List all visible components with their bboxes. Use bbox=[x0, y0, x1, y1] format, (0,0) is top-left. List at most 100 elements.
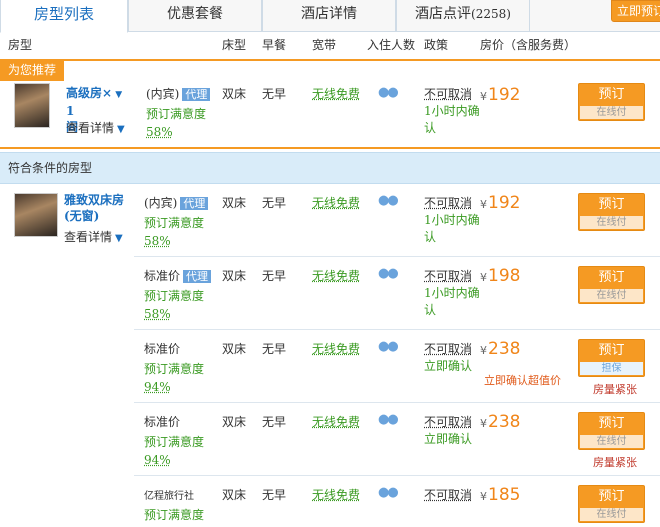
rate-name: 标准价 bbox=[144, 413, 180, 431]
bed-type: 双床 bbox=[222, 342, 247, 356]
satisfaction-value[interactable]: 58% bbox=[146, 123, 173, 141]
rate-name-text: 标准价 bbox=[144, 342, 181, 356]
tab-room-list[interactable]: 房型列表 bbox=[0, 0, 128, 33]
currency-symbol: ¥ bbox=[480, 417, 487, 430]
currency-symbol: ¥ bbox=[480, 198, 487, 211]
bed-type: 双床 bbox=[222, 415, 247, 429]
cancel-policy[interactable]: 不可取消 bbox=[424, 342, 472, 356]
occupancy-icon: ●● bbox=[378, 85, 399, 100]
col-occupancy: 入住人数 bbox=[367, 38, 416, 52]
currency-symbol: ¥ bbox=[480, 490, 487, 503]
tab-hotel-details[interactable]: 酒店详情 bbox=[262, 0, 396, 32]
book-now-button[interactable]: 立即预订 bbox=[611, 0, 660, 22]
rate-row: 亿程旅行社 预订满意度 双床 无早 无线免费 ●● 不可取消 ¥185 预订 在线… bbox=[134, 476, 660, 527]
satisfaction-label: 预订满意度 bbox=[144, 435, 205, 449]
rate-name: 标准价 bbox=[144, 340, 180, 358]
breakfast: 无早 bbox=[262, 269, 287, 283]
col-room-type: 房型 bbox=[8, 38, 33, 52]
qty-caret-icon[interactable]: ▼ bbox=[112, 90, 122, 100]
col-price: 房价（含服务费） bbox=[480, 38, 577, 52]
book-label: 预订 bbox=[598, 343, 625, 358]
details-label: 查看详情 bbox=[64, 230, 113, 244]
book-button[interactable]: 预订 在线付 bbox=[578, 266, 645, 304]
price: ¥238 bbox=[480, 339, 520, 359]
price-value: 192 bbox=[488, 193, 521, 213]
policy: 不可取消 1小时内确认 bbox=[424, 195, 484, 246]
tab-label: 优惠套餐 bbox=[167, 6, 223, 22]
book-label: 预订 bbox=[598, 270, 625, 285]
cancel-policy[interactable]: 不可取消 bbox=[424, 196, 472, 210]
satisfaction-label: 预订满意度 bbox=[146, 107, 207, 121]
breakfast: 无早 bbox=[262, 342, 287, 356]
cancel-policy[interactable]: 不可取消 bbox=[424, 269, 472, 283]
bed-type: 双床 bbox=[222, 196, 247, 210]
bed-type: 双床 bbox=[222, 269, 247, 283]
book-button[interactable]: 预订 在线付 bbox=[578, 485, 645, 523]
rate-row: 标准价 代理 预订满意度 58% 双床 无早 无线免费 ●● 不可取消 1小时内确认… bbox=[134, 257, 660, 330]
room-name-text: 高级房× bbox=[66, 86, 113, 100]
bed-type: 双床 bbox=[222, 488, 247, 502]
wifi-free[interactable]: 无线免费 bbox=[312, 340, 360, 358]
wifi-free[interactable]: 无线免费 bbox=[312, 194, 360, 212]
low-availability-note: 房量紧张 bbox=[593, 456, 637, 469]
tab-label: 酒店点评 bbox=[415, 6, 472, 22]
recommended-label: 为您推荐 bbox=[0, 61, 64, 81]
satisfaction-value[interactable]: 58% bbox=[144, 305, 171, 323]
cancel-policy[interactable]: 不可取消 bbox=[424, 87, 472, 101]
tab-hotel-reviews[interactable]: 酒店点评(2258) bbox=[396, 0, 530, 32]
cancel-policy[interactable]: 不可取消 bbox=[424, 488, 472, 502]
price: ¥192 bbox=[480, 85, 520, 105]
satisfaction-value[interactable]: 94% bbox=[144, 378, 171, 396]
payment-type-label: 在线付 bbox=[580, 435, 643, 448]
breakfast: 无早 bbox=[262, 415, 287, 429]
book-label: 预订 bbox=[598, 87, 625, 102]
policy: 不可取消 1小时内确认 bbox=[424, 268, 484, 319]
price-value: 192 bbox=[488, 85, 521, 105]
col-broadband: 宽带 bbox=[312, 38, 337, 52]
satisfaction-value[interactable]: 94% bbox=[144, 451, 171, 469]
occupancy-icon: ●● bbox=[378, 412, 399, 427]
agent-tag: 代理 bbox=[180, 197, 209, 210]
room-thumbnail[interactable] bbox=[14, 193, 58, 237]
rate-name: 标准价 代理 bbox=[144, 267, 212, 285]
satisfaction-label: 预订满意度 bbox=[144, 216, 205, 230]
currency-symbol: ¥ bbox=[480, 271, 487, 284]
book-button[interactable]: 预订 在线付 bbox=[578, 193, 645, 231]
rate-name: (内宾) 代理 bbox=[144, 194, 209, 212]
confirm-policy: 立即确认 bbox=[424, 432, 473, 446]
low-availability-note: 房量紧张 bbox=[593, 383, 637, 396]
book-button[interactable]: 预订 担保 bbox=[578, 339, 645, 377]
satisfaction-label: 预订满意度 bbox=[144, 289, 205, 303]
col-policy: 政策 bbox=[424, 38, 449, 52]
cancel-policy[interactable]: 不可取消 bbox=[424, 415, 472, 429]
price: ¥198 bbox=[480, 266, 520, 286]
view-details-link[interactable]: 查看详情 ▼ bbox=[66, 119, 125, 136]
wifi-free[interactable]: 无线免费 bbox=[312, 267, 360, 285]
agency-logo: 亿程旅行社 bbox=[144, 491, 194, 502]
breakfast: 无早 bbox=[262, 488, 287, 502]
review-count: (2258) bbox=[471, 7, 511, 21]
satisfaction-value[interactable]: 58% bbox=[144, 232, 171, 250]
price: ¥192 bbox=[480, 193, 520, 213]
rate-row: 标准价 预订满意度 94% 双床 无早 无线免费 ●● 不可取消 立即确认 ¥23… bbox=[134, 403, 660, 476]
book-button[interactable]: 预订 在线付 bbox=[578, 412, 645, 450]
tab-packages[interactable]: 优惠套餐 bbox=[128, 0, 262, 32]
section-title: 符合条件的房型 bbox=[0, 152, 660, 184]
rate-name-text: (内宾) bbox=[146, 87, 180, 101]
pay-online-label: 在线付 bbox=[580, 106, 643, 119]
wifi-free[interactable]: 无线免费 bbox=[312, 486, 360, 504]
price-value: 185 bbox=[488, 485, 521, 505]
room-thumbnail[interactable] bbox=[14, 83, 50, 128]
bed-type: 双床 bbox=[222, 87, 247, 101]
rate-name-text: 标准价 bbox=[144, 415, 181, 429]
view-details-link[interactable]: 查看详情 ▼ bbox=[64, 228, 123, 245]
occupancy-icon: ●● bbox=[378, 266, 399, 281]
book-button[interactable]: 预订 在线付 bbox=[578, 83, 645, 121]
room-name-link[interactable]: 雅致双床房(无窗) bbox=[64, 192, 132, 224]
confirm-policy: 立即确认 bbox=[424, 359, 473, 373]
wifi-free[interactable]: 无线免费 bbox=[312, 413, 360, 431]
wifi-free[interactable]: 无线免费 bbox=[312, 85, 360, 103]
policy: 不可取消 立即确认 bbox=[424, 341, 484, 375]
occupancy-icon: ●● bbox=[378, 193, 399, 208]
breakfast: 无早 bbox=[262, 196, 287, 210]
